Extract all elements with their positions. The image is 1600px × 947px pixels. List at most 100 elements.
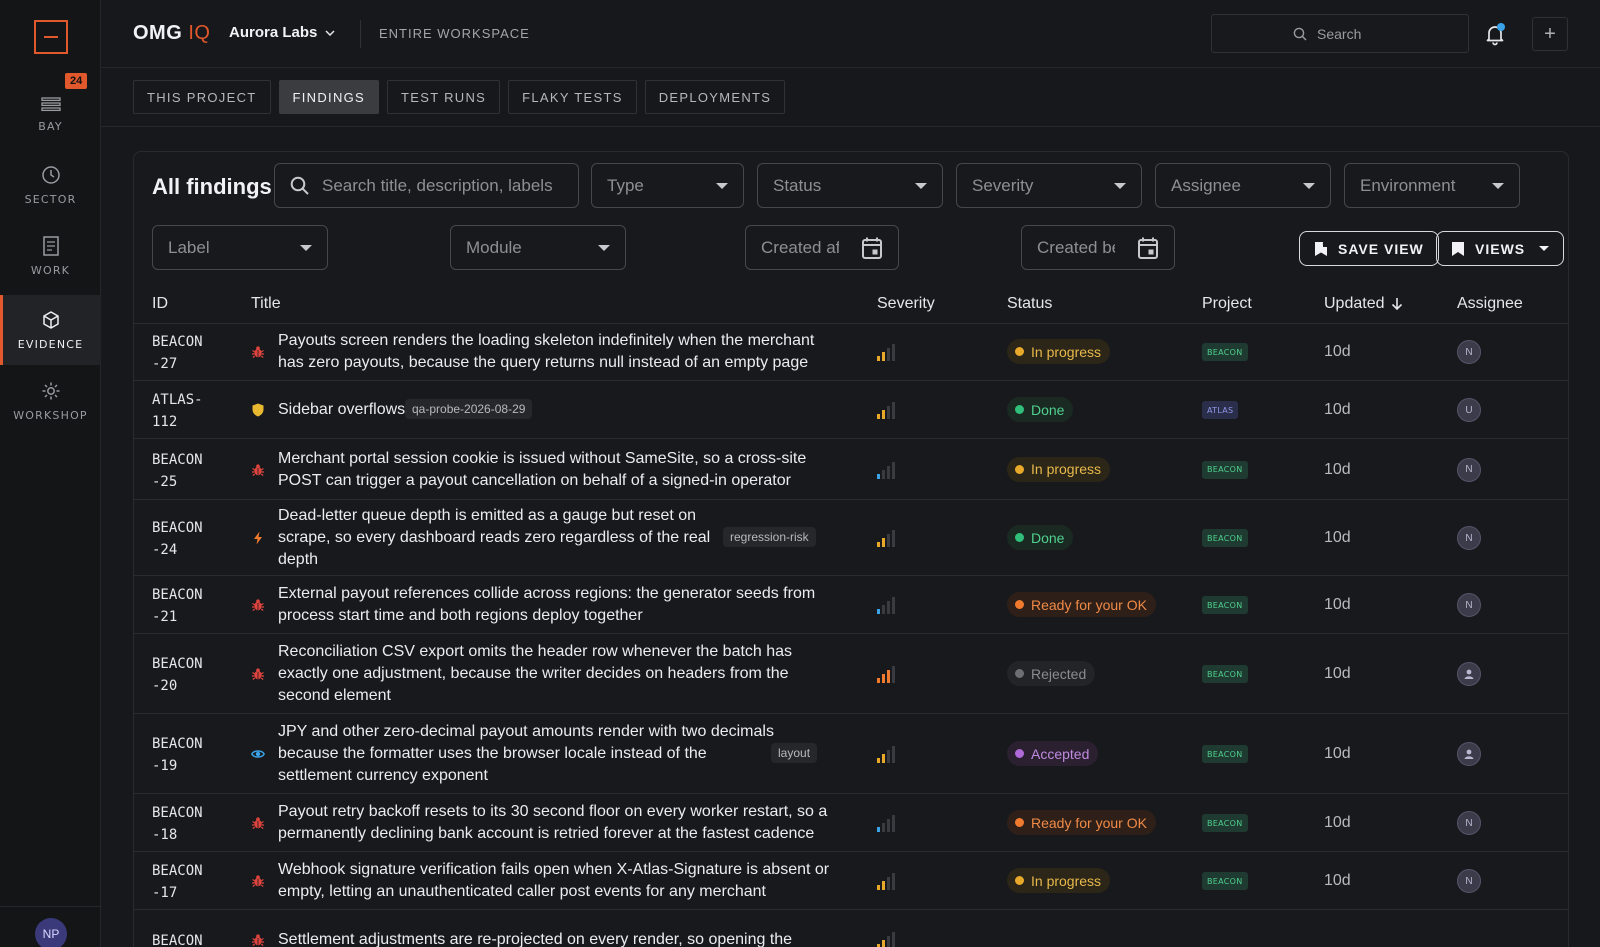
finding-title[interactable]: Sidebar overflows (278, 399, 405, 421)
column-header-project[interactable]: Project (1202, 295, 1252, 313)
status-badge[interactable]: Ready for your OK (1007, 810, 1156, 835)
finding-title[interactable]: Reconciliation CSV export omits the head… (278, 641, 792, 707)
type-filter[interactable]: Type (591, 163, 744, 208)
created-before-field[interactable] (1021, 225, 1175, 270)
findings-search-input[interactable] (322, 175, 563, 196)
severity-filter[interactable]: Severity (956, 163, 1142, 208)
finding-title[interactable]: Payout retry backoff resets to its 30 se… (278, 801, 827, 845)
assignee-avatar[interactable]: N (1457, 593, 1481, 617)
project-chip[interactable]: BEACON (1202, 596, 1248, 614)
table-row[interactable]: BEACON -19 JPY and other zero-decimal payo… (134, 714, 1568, 794)
finding-id[interactable]: BEACON (152, 930, 203, 947)
project-chip[interactable]: BEACON (1202, 872, 1248, 890)
menu-toggle-button[interactable] (34, 20, 68, 54)
assignee-avatar[interactable]: N (1457, 457, 1481, 482)
project-chip[interactable]: BEACON (1202, 460, 1248, 479)
assignee-filter[interactable]: Assignee (1155, 163, 1331, 208)
table-row[interactable]: BEACON -24 Dead-letter queue depth is emit… (134, 500, 1568, 576)
rail-item-workshop[interactable]: WORKSHOP (0, 366, 101, 436)
column-header-status[interactable]: Status (1007, 295, 1052, 313)
finding-id[interactable]: BEACON -24 (152, 517, 203, 561)
user-avatar[interactable]: NP (35, 918, 67, 947)
finding-title[interactable]: Webhook signature verification fails ope… (278, 859, 829, 903)
column-header-updated[interactable]: Updated (1324, 295, 1403, 313)
project-chip[interactable]: BEACON (1202, 665, 1248, 683)
project-chip[interactable]: ATLAS (1202, 401, 1239, 419)
column-header-severity[interactable]: Severity (877, 295, 935, 313)
tab-flaky-tests[interactable]: FLAKY TESTS (508, 80, 637, 114)
project-chip[interactable]: BEACON (1202, 529, 1248, 547)
workspace-switcher[interactable]: Aurora Labs (229, 24, 335, 41)
status-badge[interactable]: In progress (1007, 868, 1111, 893)
created-after-input[interactable] (761, 237, 839, 258)
tab-test-runs[interactable]: TEST RUNS (387, 80, 501, 114)
project-chip[interactable]: BEACON (1202, 343, 1248, 361)
tab-deployments[interactable]: DEPLOYMENTS (644, 80, 786, 114)
finding-id[interactable]: BEACON -25 (152, 449, 203, 493)
status-badge[interactable]: Rejected (1007, 661, 1096, 686)
environment-filter[interactable]: Environment (1344, 163, 1520, 208)
status-badge[interactable]: Done (1007, 397, 1074, 422)
label-tag[interactable]: qa-probe-2026-08-29 (405, 399, 533, 419)
create-button[interactable]: + (1532, 17, 1568, 51)
column-header-title[interactable]: Title (251, 295, 281, 313)
project-chip[interactable]: BEACON (1202, 814, 1248, 832)
table-row[interactable]: BEACON -18 Payout retry backoff resets to … (134, 794, 1568, 852)
global-search[interactable] (1211, 14, 1469, 53)
finding-id[interactable]: BEACON -27 (152, 331, 203, 375)
project-chip[interactable]: BEACON (1202, 745, 1248, 763)
table-row[interactable]: BEACON -21 External payout references coll… (134, 576, 1568, 634)
views-menu-button[interactable]: VIEWS (1436, 231, 1565, 266)
notifications-button[interactable] (1483, 22, 1507, 46)
table-row[interactable]: BEACON -27 Payouts screen renders the load… (134, 323, 1568, 381)
scope-label[interactable]: ENTIRE WORKSPACE (379, 26, 530, 41)
created-after-field[interactable] (745, 225, 899, 270)
module-filter[interactable]: Module (450, 225, 626, 270)
table-row[interactable]: BEACON -25 Merchant portal session cookie … (134, 439, 1568, 500)
created-before-input[interactable] (1037, 237, 1115, 258)
table-row[interactable]: BEACON Settlement adjustments are re-proj… (134, 910, 1568, 947)
status-badge[interactable]: Ready for your OK (1007, 592, 1156, 617)
global-search-input[interactable] (1317, 25, 1387, 42)
column-header-id[interactable]: ID (152, 295, 168, 313)
table-row[interactable]: BEACON -17 Webhook signature verification … (134, 852, 1568, 910)
findings-search[interactable] (274, 163, 579, 208)
finding-id[interactable]: BEACON -21 (152, 584, 203, 628)
finding-title[interactable]: JPY and other zero-decimal payout amount… (278, 721, 774, 787)
table-row[interactable]: BEACON -20 Reconciliation CSV export omits… (134, 634, 1568, 714)
label-filter[interactable]: Label (152, 225, 328, 270)
tab-findings[interactable]: FINDINGS (278, 80, 380, 114)
calendar-icon[interactable] (1137, 236, 1159, 260)
finding-id[interactable]: BEACON -19 (152, 733, 203, 777)
status-badge[interactable]: In progress (1007, 339, 1111, 364)
assignee-avatar[interactable]: U (1457, 398, 1481, 422)
column-header-assignee[interactable]: Assignee (1457, 295, 1523, 313)
unassigned-person-icon[interactable] (1457, 742, 1481, 766)
assignee-avatar[interactable]: N (1457, 340, 1481, 364)
rail-item-work[interactable]: WORK (0, 221, 101, 291)
finding-title[interactable]: External payout references collide acros… (278, 583, 815, 627)
rail-item-bay[interactable]: 24 BAY (0, 73, 101, 149)
label-tag[interactable]: layout (771, 743, 818, 763)
finding-id[interactable]: BEACON -18 (152, 802, 203, 846)
status-filter[interactable]: Status (757, 163, 943, 208)
status-badge[interactable]: Accepted (1007, 741, 1099, 766)
finding-id[interactable]: BEACON -17 (152, 860, 203, 904)
status-badge[interactable]: In progress (1007, 456, 1111, 482)
tab-this-project[interactable]: THIS PROJECT (133, 80, 271, 114)
assignee-avatar[interactable]: N (1457, 811, 1481, 835)
finding-title[interactable]: Settlement adjustments are re-projected … (278, 929, 792, 947)
calendar-icon[interactable] (861, 236, 883, 260)
rail-item-evidence[interactable]: EVIDENCE (0, 295, 101, 365)
table-row[interactable]: ATLAS- 112 Sidebar overflows qa-probe-2026-… (134, 381, 1568, 439)
unassigned-person-icon[interactable] (1457, 662, 1481, 686)
label-tag[interactable]: regression-risk (723, 527, 816, 547)
finding-id[interactable]: BEACON -20 (152, 653, 203, 697)
status-badge[interactable]: Done (1007, 525, 1074, 550)
finding-title[interactable]: Dead-letter queue depth is emitted as a … (278, 505, 710, 571)
assignee-avatar[interactable]: N (1457, 869, 1481, 893)
finding-title[interactable]: Merchant portal session cookie is issued… (278, 448, 806, 492)
finding-id[interactable]: ATLAS- 112 (152, 389, 203, 433)
finding-title[interactable]: Payouts screen renders the loading skele… (278, 330, 814, 374)
rail-item-sector[interactable]: SECTOR (0, 150, 101, 220)
